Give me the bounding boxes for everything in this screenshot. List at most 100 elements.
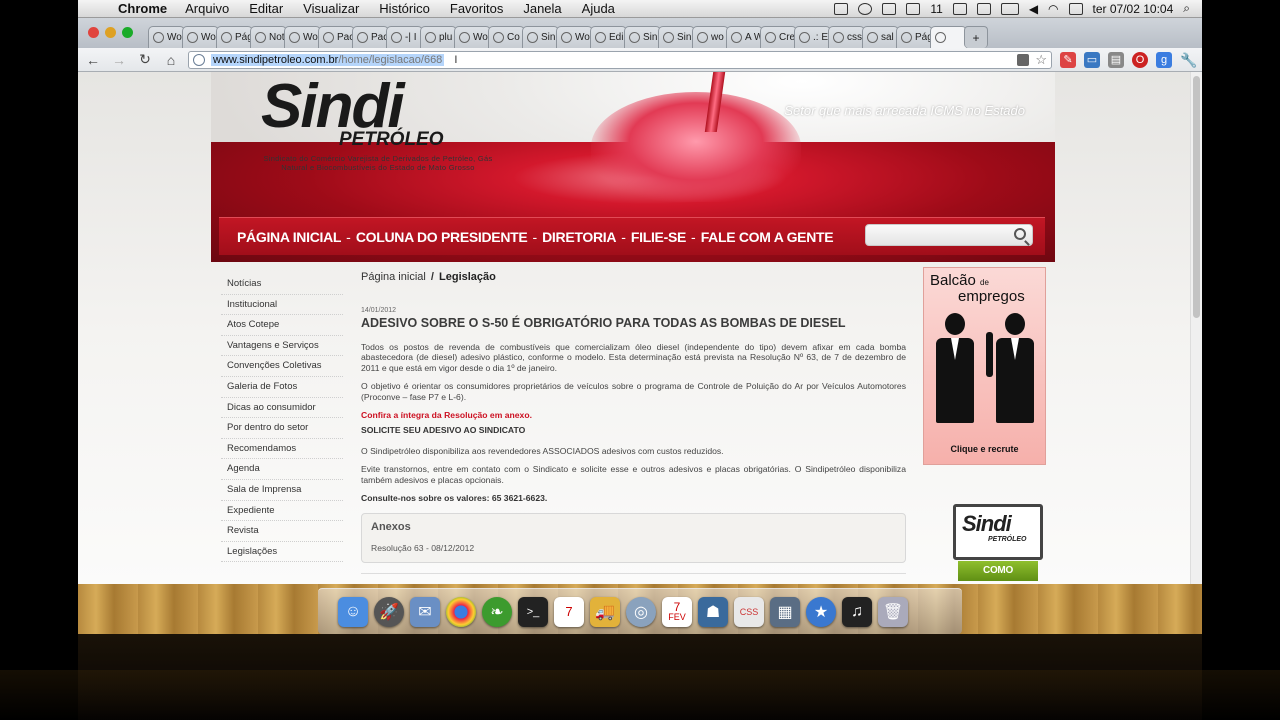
browser-tab[interactable]: Pac xyxy=(352,26,389,48)
terminal-icon[interactable]: >_ xyxy=(518,596,548,627)
browser-tab[interactable]: Wo xyxy=(556,26,593,48)
browser-tab[interactable]: Wo xyxy=(284,26,321,48)
browser-tab[interactable]: wo xyxy=(692,26,729,48)
menu-visualizar[interactable]: Visualizar xyxy=(303,1,359,16)
browser-tab[interactable]: Wo xyxy=(454,26,491,48)
browser-tab[interactable]: Sin xyxy=(522,26,559,48)
nav-pagina-inicial[interactable]: PÁGINA INICIAL xyxy=(237,229,341,245)
timemachine-icon[interactable] xyxy=(1068,2,1083,15)
menu-historico[interactable]: Histórico xyxy=(379,1,430,16)
new-tab-button[interactable]: + xyxy=(964,26,988,48)
menu-arquivo[interactable]: Arquivo xyxy=(185,1,229,16)
browser-tab[interactable]: Pág xyxy=(216,26,253,48)
attachment-link[interactable]: Resolução 63 - 08/12/2012 xyxy=(371,543,896,553)
sidebar-item-expediente[interactable]: Expediente xyxy=(221,501,343,522)
menu-favoritos[interactable]: Favoritos xyxy=(450,1,503,16)
browser-tab[interactable]: plu xyxy=(420,26,457,48)
extension-pen-icon[interactable]: ✎ xyxy=(1060,51,1076,68)
sindi-logo-badge[interactable]: Sindi PETRÓLEO xyxy=(953,504,1043,560)
browser-tab[interactable]: A W xyxy=(726,26,763,48)
extension-opera-icon[interactable]: O xyxy=(1132,51,1148,68)
photo-icon[interactable]: ▦ xyxy=(770,596,800,627)
wifi-icon[interactable]: ◠ xyxy=(1048,2,1058,16)
forward-icon[interactable]: → xyxy=(110,52,128,68)
page-scrollbar[interactable] xyxy=(1190,72,1202,584)
browser-tab[interactable]: Not xyxy=(250,26,287,48)
breadcrumb-home[interactable]: Página inicial xyxy=(361,271,426,283)
browser-tab[interactable]: .: E xyxy=(794,26,831,48)
dropbox-icon[interactable] xyxy=(906,2,921,15)
zoom-window-icon[interactable] xyxy=(122,27,133,38)
adobe-icon[interactable] xyxy=(858,2,873,15)
star-app-icon[interactable]: ★ xyxy=(806,596,836,627)
trash-icon[interactable]: 🗑 xyxy=(878,596,908,627)
search-icon[interactable] xyxy=(1014,228,1026,240)
sidebar-item-galeria[interactable]: Galeria de Fotos xyxy=(221,377,343,398)
reload-icon[interactable]: ↻ xyxy=(136,51,154,68)
browser-tab[interactable]: Wo xyxy=(148,26,185,48)
ical-icon[interactable]: 7 FEV xyxy=(662,596,692,627)
app-menu[interactable]: Chrome xyxy=(118,1,167,16)
browser-tab[interactable]: Co xyxy=(488,26,525,48)
back-icon[interactable]: ← xyxy=(84,52,102,68)
browser-tab[interactable]: Pág xyxy=(896,26,933,48)
battery-icon[interactable] xyxy=(1000,2,1019,15)
clipboard-icon[interactable] xyxy=(952,2,967,15)
sidebar-item-agenda[interactable]: Agenda xyxy=(221,459,343,480)
sidebar-item-legislacoes[interactable]: Legislações xyxy=(221,542,343,563)
leaf-app-icon[interactable]: ❧ xyxy=(482,596,512,627)
browser-tab[interactable]: css xyxy=(828,26,865,48)
bookmark-star-icon[interactable]: ☆ xyxy=(1035,52,1047,68)
clock[interactable]: ter 07/02 10:04 xyxy=(1093,2,1174,16)
sidebar-item-recomendamos[interactable]: Recomendamos xyxy=(221,439,343,460)
nav-diretoria[interactable]: DIRETORIA xyxy=(542,229,616,245)
wrench-icon[interactable]: 🔧 xyxy=(1180,52,1197,68)
sidebar-item-convencoes[interactable]: Convenções Coletivas xyxy=(221,356,343,377)
mail-stamp-icon[interactable]: ✉ xyxy=(410,596,440,627)
sidebar-item-revista[interactable]: Revista xyxy=(221,521,343,542)
resolution-link[interactable]: Confira a íntegra da Resolução em anexo. xyxy=(361,410,906,420)
page-action-icon[interactable] xyxy=(1017,53,1030,66)
extension-google-icon[interactable]: g xyxy=(1156,51,1172,68)
browser-tab[interactable]: Cre xyxy=(760,26,797,48)
browser-tab[interactable] xyxy=(930,26,967,48)
sync-icon[interactable] xyxy=(882,2,897,15)
finder-icon[interactable]: ☺ xyxy=(338,596,368,627)
chrome-icon[interactable] xyxy=(446,596,476,627)
launchpad-icon[interactable]: 🚀 xyxy=(374,596,404,627)
como-funciona-button[interactable]: COMO FUNCIONA xyxy=(958,561,1038,581)
delivery-truck-icon[interactable]: 🚚 xyxy=(590,596,620,627)
sidebar-item-sala-imprensa[interactable]: Sala de Imprensa xyxy=(221,480,343,501)
calendar-icon[interactable]: 7 xyxy=(554,596,584,627)
minimize-window-icon[interactable] xyxy=(105,27,116,38)
extension-print-icon[interactable]: ▤ xyxy=(1108,51,1124,68)
nav-coluna-presidente[interactable]: COLUNA DO PRESIDENTE xyxy=(356,229,528,245)
sidebar-item-atos-cotepe[interactable]: Atos Cotepe xyxy=(221,315,343,336)
extension-screen-icon[interactable]: ▭ xyxy=(1084,51,1100,68)
browser-tab[interactable]: Edi xyxy=(590,26,627,48)
browser-tab[interactable]: Sin xyxy=(624,26,661,48)
menu-editar[interactable]: Editar xyxy=(249,1,283,16)
sidebar-item-dicas[interactable]: Dicas ao consumidor xyxy=(221,398,343,419)
menu-ajuda[interactable]: Ajuda xyxy=(582,1,615,16)
sidebar-item-institucional[interactable]: Institucional xyxy=(221,295,343,316)
address-bar[interactable]: www.sindipetroleo.com.br/home/legislacao… xyxy=(188,50,1052,69)
bluetooth-icon[interactable] xyxy=(976,2,991,15)
nav-filie-se[interactable]: FILIE-SE xyxy=(631,229,686,245)
browser-tab[interactable]: sal xyxy=(862,26,899,48)
volume-icon[interactable]: ◀ xyxy=(1029,2,1038,16)
scrollbar-thumb[interactable] xyxy=(1193,76,1200,318)
close-window-icon[interactable] xyxy=(88,27,99,38)
site-search-input[interactable] xyxy=(865,224,1033,246)
adobe-badge[interactable]: 11 xyxy=(930,2,942,16)
browser-tab[interactable]: -| I xyxy=(386,26,423,48)
spotlight-icon[interactable]: ⌕ xyxy=(1183,1,1190,16)
sidebar-item-noticias[interactable]: Notícias xyxy=(221,274,343,295)
network-icon[interactable]: ◎ xyxy=(626,596,656,627)
monitor-app-icon[interactable]: ☗ xyxy=(698,596,728,627)
sidebar-item-por-dentro[interactable]: Por dentro do setor xyxy=(221,418,343,439)
music-icon[interactable]: ♫ xyxy=(842,596,872,627)
css-editor-icon[interactable]: CSS xyxy=(734,596,764,627)
nav-fale-conosco[interactable]: FALE COM A GENTE xyxy=(701,229,834,245)
browser-tab[interactable]: Pac xyxy=(318,26,355,48)
